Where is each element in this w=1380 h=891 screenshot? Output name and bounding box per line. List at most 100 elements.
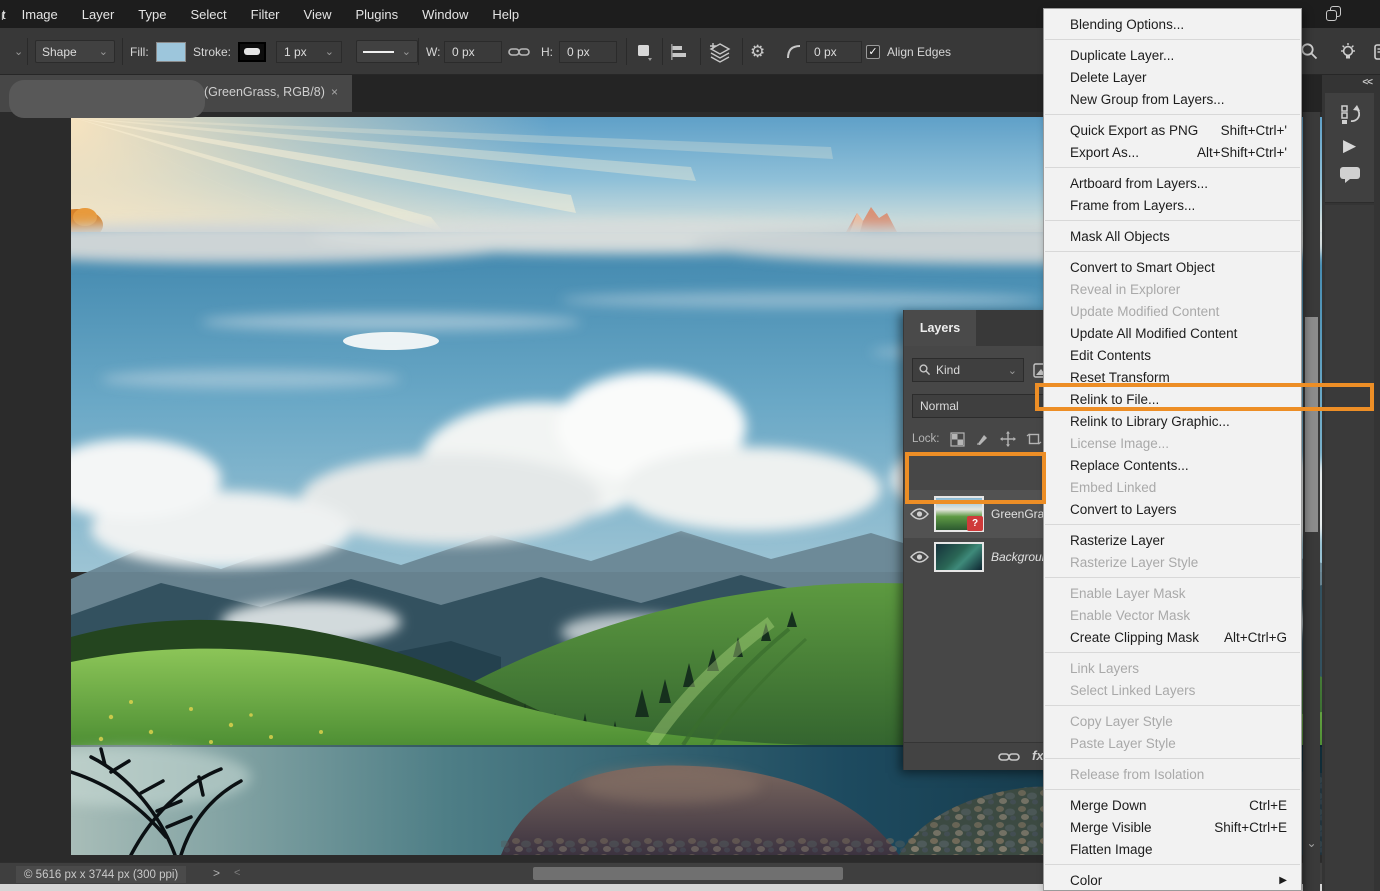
menu-item-release-from-isolation[interactable]: Release from Isolation [1044, 763, 1301, 785]
menu-item-shortcut: Alt+Shift+Ctrl+' [1197, 145, 1287, 160]
menu-item-enable-vector-mask[interactable]: Enable Vector Mask [1044, 604, 1301, 626]
menu-separator [1045, 652, 1300, 653]
menubar-item-window[interactable]: Window [410, 7, 480, 22]
menu-item-quick-export-as-png[interactable]: Quick Export as PNGShift+Ctrl+' [1044, 119, 1301, 141]
menu-item-artboard-from-layers[interactable]: Artboard from Layers... [1044, 172, 1301, 194]
menu-item-update-all-modified-content[interactable]: Update All Modified Content [1044, 322, 1301, 344]
lock-transparency-icon[interactable] [950, 432, 965, 447]
scroll-left-icon[interactable]: < [234, 867, 240, 879]
lock-pixels-brush-icon[interactable] [975, 432, 990, 447]
menubar-item-layer[interactable]: Layer [70, 7, 127, 22]
link-dimensions-icon[interactable] [508, 28, 530, 75]
height-input[interactable]: 0 px [559, 28, 617, 75]
stroke-width-dropdown[interactable]: 1 px ⌄ [276, 28, 342, 75]
restore-window-icon[interactable] [1326, 6, 1342, 22]
gear-icon[interactable]: ⚙ [750, 28, 765, 75]
horizontal-scrollbar-thumb[interactable] [533, 867, 843, 880]
path-arrangement-icon[interactable] [708, 28, 732, 75]
menu-item-merge-visible[interactable]: Merge VisibleShift+Ctrl+E [1044, 816, 1301, 838]
stroke-swatch[interactable] [238, 28, 266, 75]
actions-panel-icon[interactable]: ▶ [1343, 137, 1356, 154]
visibility-eye-icon[interactable] [904, 551, 934, 563]
divider [700, 38, 701, 65]
menubar-item-image[interactable]: Image [10, 7, 70, 22]
height-label: H: [541, 45, 553, 59]
menu-item-label: Embed Linked [1070, 480, 1287, 495]
link-layers-icon[interactable] [998, 750, 1020, 768]
layer-filter-kind-dropdown[interactable]: Kind ⌄ [912, 358, 1024, 382]
path-operations-icon[interactable] [636, 28, 654, 75]
corner-radius-input[interactable]: 0 px [806, 28, 862, 75]
menu-item-link-layers[interactable]: Link Layers [1044, 657, 1301, 679]
collapse-panels-icon[interactable]: << [1362, 77, 1372, 88]
menu-item-embed-linked[interactable]: Embed Linked [1044, 476, 1301, 498]
status-expand-button[interactable]: > [213, 866, 220, 880]
scroll-down-icon[interactable]: ⌄ [1304, 836, 1319, 850]
menubar-item-plugins[interactable]: Plugins [343, 7, 410, 22]
document-tab-title: (GreenGrass, RGB/8) [204, 85, 325, 99]
tool-preset-dropdown[interactable]: ⌄ [6, 28, 23, 75]
menu-item-rasterize-layer[interactable]: Rasterize Layer [1044, 529, 1301, 551]
vertical-scrollbar[interactable]: ⌄ [1303, 112, 1320, 891]
menu-item-convert-to-smart-object[interactable]: Convert to Smart Object [1044, 256, 1301, 278]
history-panel-icon[interactable] [1339, 103, 1361, 125]
width-input[interactable]: 0 px [444, 28, 502, 75]
menu-item-select-linked-layers[interactable]: Select Linked Layers [1044, 679, 1301, 701]
lock-label: Lock: [912, 433, 940, 445]
comment-panel-icon[interactable] [1339, 166, 1361, 184]
fill-swatch[interactable] [156, 28, 186, 75]
menu-item-frame-from-layers[interactable]: Frame from Layers... [1044, 194, 1301, 216]
search-icon[interactable] [1300, 28, 1319, 75]
menubar-item-select[interactable]: Select [178, 7, 238, 22]
vertical-scrollbar-thumb[interactable] [1305, 317, 1318, 532]
menu-item-merge-down[interactable]: Merge DownCtrl+E [1044, 794, 1301, 816]
menubar-item-filter[interactable]: Filter [239, 7, 292, 22]
lock-position-move-icon[interactable] [1000, 431, 1016, 447]
menu-item-convert-to-layers[interactable]: Convert to Layers [1044, 498, 1301, 520]
menu-item-label: Copy Layer Style [1070, 714, 1287, 729]
menu-item-color[interactable]: Color▶ [1044, 869, 1301, 891]
layer-thumbnail[interactable]: ? [934, 496, 984, 532]
menu-item-new-group-from-layers[interactable]: New Group from Layers... [1044, 88, 1301, 110]
layer-thumbnail[interactable] [934, 542, 984, 572]
menu-item-license-image[interactable]: License Image... [1044, 432, 1301, 454]
photoshop-window: t ImageLayerTypeSelectFilterViewPluginsW… [0, 0, 1380, 891]
menu-item-flatten-image[interactable]: Flatten Image [1044, 838, 1301, 860]
align-edges-checkbox[interactable]: ✓ Align Edges [866, 28, 951, 75]
gear-glyph: ⚙ [750, 42, 765, 62]
menu-item-rasterize-layer-style[interactable]: Rasterize Layer Style [1044, 551, 1301, 573]
menu-item-duplicate-layer[interactable]: Duplicate Layer... [1044, 44, 1301, 66]
menu-item-label: Flatten Image [1070, 842, 1287, 857]
stroke-type-dropdown[interactable]: ⌄ [356, 28, 418, 75]
menu-separator [1045, 705, 1300, 706]
menu-item-relink-to-library-graphic[interactable]: Relink to Library Graphic... [1044, 410, 1301, 432]
path-alignment-icon[interactable] [670, 28, 688, 75]
menubar-item-type[interactable]: Type [126, 7, 178, 22]
visibility-eye-icon[interactable] [904, 508, 934, 520]
tab-layers[interactable]: Layers [904, 310, 976, 346]
menu-item-replace-contents[interactable]: Replace Contents... [1044, 454, 1301, 476]
tool-mode-dropdown[interactable]: Shape ⌄ [35, 28, 115, 75]
menu-item-edit-contents[interactable]: Edit Contents [1044, 344, 1301, 366]
menu-item-delete-layer[interactable]: Delete Layer [1044, 66, 1301, 88]
lock-artboard-icon[interactable] [1026, 431, 1042, 447]
menu-item-enable-layer-mask[interactable]: Enable Layer Mask [1044, 582, 1301, 604]
menubar-item-view[interactable]: View [292, 7, 344, 22]
menu-item-mask-all-objects[interactable]: Mask All Objects [1044, 225, 1301, 247]
menu-item-create-clipping-mask[interactable]: Create Clipping MaskAlt+Ctrl+G [1044, 626, 1301, 648]
menu-item-reset-transform[interactable]: Reset Transform [1044, 366, 1301, 388]
menu-item-copy-layer-style[interactable]: Copy Layer Style [1044, 710, 1301, 732]
menu-item-paste-layer-style[interactable]: Paste Layer Style [1044, 732, 1301, 754]
menu-item-shortcut: Shift+Ctrl+' [1221, 123, 1287, 138]
height-control: H: [541, 28, 553, 75]
menu-item-relink-to-file[interactable]: Relink to File... [1044, 388, 1301, 410]
close-icon[interactable]: × [331, 85, 338, 99]
layer-style-fx-icon[interactable]: fx [1032, 748, 1044, 763]
menu-item-blending-options[interactable]: Blending Options... [1044, 13, 1301, 35]
lightbulb-icon[interactable] [1337, 28, 1359, 75]
menu-item-update-modified-content[interactable]: Update Modified Content [1044, 300, 1301, 322]
menu-item-reveal-in-explorer[interactable]: Reveal in Explorer [1044, 278, 1301, 300]
panel-icon-clipped[interactable] [1374, 28, 1380, 75]
menubar-item-help[interactable]: Help [480, 7, 531, 22]
menu-item-export-as[interactable]: Export As...Alt+Shift+Ctrl+' [1044, 141, 1301, 163]
